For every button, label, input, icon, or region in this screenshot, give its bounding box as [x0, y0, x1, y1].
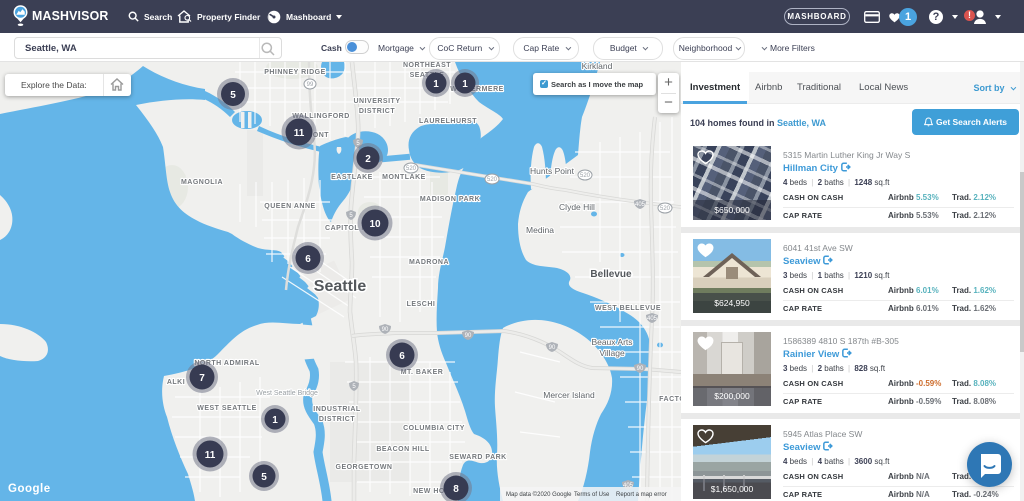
svg-text:Bellevue: Bellevue [590, 269, 632, 280]
svg-text:Google: Google [8, 483, 51, 495]
svg-text:Mercer Island: Mercer Island [543, 390, 595, 400]
svg-text:BEACON HILL: BEACON HILL [376, 446, 430, 453]
svg-text:1: 1 [462, 79, 468, 90]
svg-text:EASTLAKE: EASTLAKE [331, 174, 373, 181]
svg-text:Clyde Hill: Clyde Hill [559, 202, 595, 212]
svg-text:Map data ©2020 Google: Map data ©2020 Google [506, 491, 572, 498]
svg-text:UNIVERSITY: UNIVERSITY [353, 98, 400, 105]
svg-text:520: 520 [487, 177, 498, 183]
svg-text:520: 520 [580, 173, 591, 179]
svg-text:Village: Village [599, 348, 625, 358]
svg-text:ALKI: ALKI [167, 379, 185, 386]
svg-text:5: 5 [230, 90, 236, 101]
svg-text:PHINNEY RIDGE: PHINNEY RIDGE [264, 69, 326, 76]
svg-text:Terms of Use: Terms of Use [574, 492, 610, 498]
svg-text:COLUMBIA CITY: COLUMBIA CITY [403, 425, 465, 432]
svg-text:11: 11 [294, 128, 305, 139]
svg-text:5: 5 [261, 472, 267, 483]
svg-text:GEORGETOWN: GEORGETOWN [336, 464, 393, 471]
svg-text:405: 405 [647, 316, 658, 322]
svg-text:DISTRICT: DISTRICT [319, 416, 356, 423]
svg-text:MADISON PARK: MADISON PARK [420, 196, 480, 203]
svg-text:7: 7 [199, 373, 205, 384]
svg-text:1: 1 [433, 79, 439, 90]
svg-text:90: 90 [637, 366, 644, 372]
svg-text:8: 8 [453, 484, 459, 495]
svg-text:1: 1 [272, 415, 278, 426]
svg-text:Hunts Point: Hunts Point [530, 166, 575, 176]
svg-text:Beaux Arts: Beaux Arts [591, 337, 632, 347]
svg-text:90: 90 [549, 345, 556, 351]
svg-text:SEWARD PARK: SEWARD PARK [449, 454, 506, 461]
svg-text:99: 99 [307, 82, 314, 88]
svg-text:6: 6 [399, 351, 405, 362]
svg-text:MONTLAKE: MONTLAKE [382, 174, 426, 181]
svg-text:LAURELHURST: LAURELHURST [419, 118, 477, 125]
svg-text:520: 520 [406, 166, 417, 172]
svg-text:405: 405 [635, 202, 646, 208]
svg-text:DISTRICT: DISTRICT [359, 108, 396, 115]
svg-text:NORTHEAST: NORTHEAST [403, 62, 451, 69]
svg-text:FACTORIA: FACTORIA [659, 396, 681, 403]
svg-text:WEST SEATTLE: WEST SEATTLE [197, 405, 257, 412]
svg-text:QUEEN ANNE: QUEEN ANNE [264, 203, 315, 210]
svg-text:WEST BELLEVUE: WEST BELLEVUE [595, 305, 661, 312]
svg-text:11: 11 [205, 450, 216, 461]
svg-text:90: 90 [465, 333, 472, 339]
svg-text:2: 2 [365, 154, 371, 165]
svg-text:Kirkland: Kirkland [582, 62, 613, 71]
svg-text:520: 520 [660, 206, 671, 212]
svg-text:MAGNOLIA: MAGNOLIA [181, 179, 223, 186]
svg-text:Report a map error: Report a map error [616, 492, 667, 498]
svg-text:10: 10 [369, 219, 381, 230]
svg-text:6: 6 [305, 254, 311, 265]
svg-text:West Seattle Bridge: West Seattle Bridge [256, 390, 318, 397]
svg-text:LESCHI: LESCHI [407, 301, 436, 308]
svg-text:Medina: Medina [526, 225, 554, 235]
svg-text:INDUSTRIAL: INDUSTRIAL [313, 406, 361, 413]
svg-text:90: 90 [382, 327, 389, 333]
svg-text:Seattle: Seattle [314, 278, 367, 295]
svg-text:MADRONA: MADRONA [409, 259, 449, 266]
